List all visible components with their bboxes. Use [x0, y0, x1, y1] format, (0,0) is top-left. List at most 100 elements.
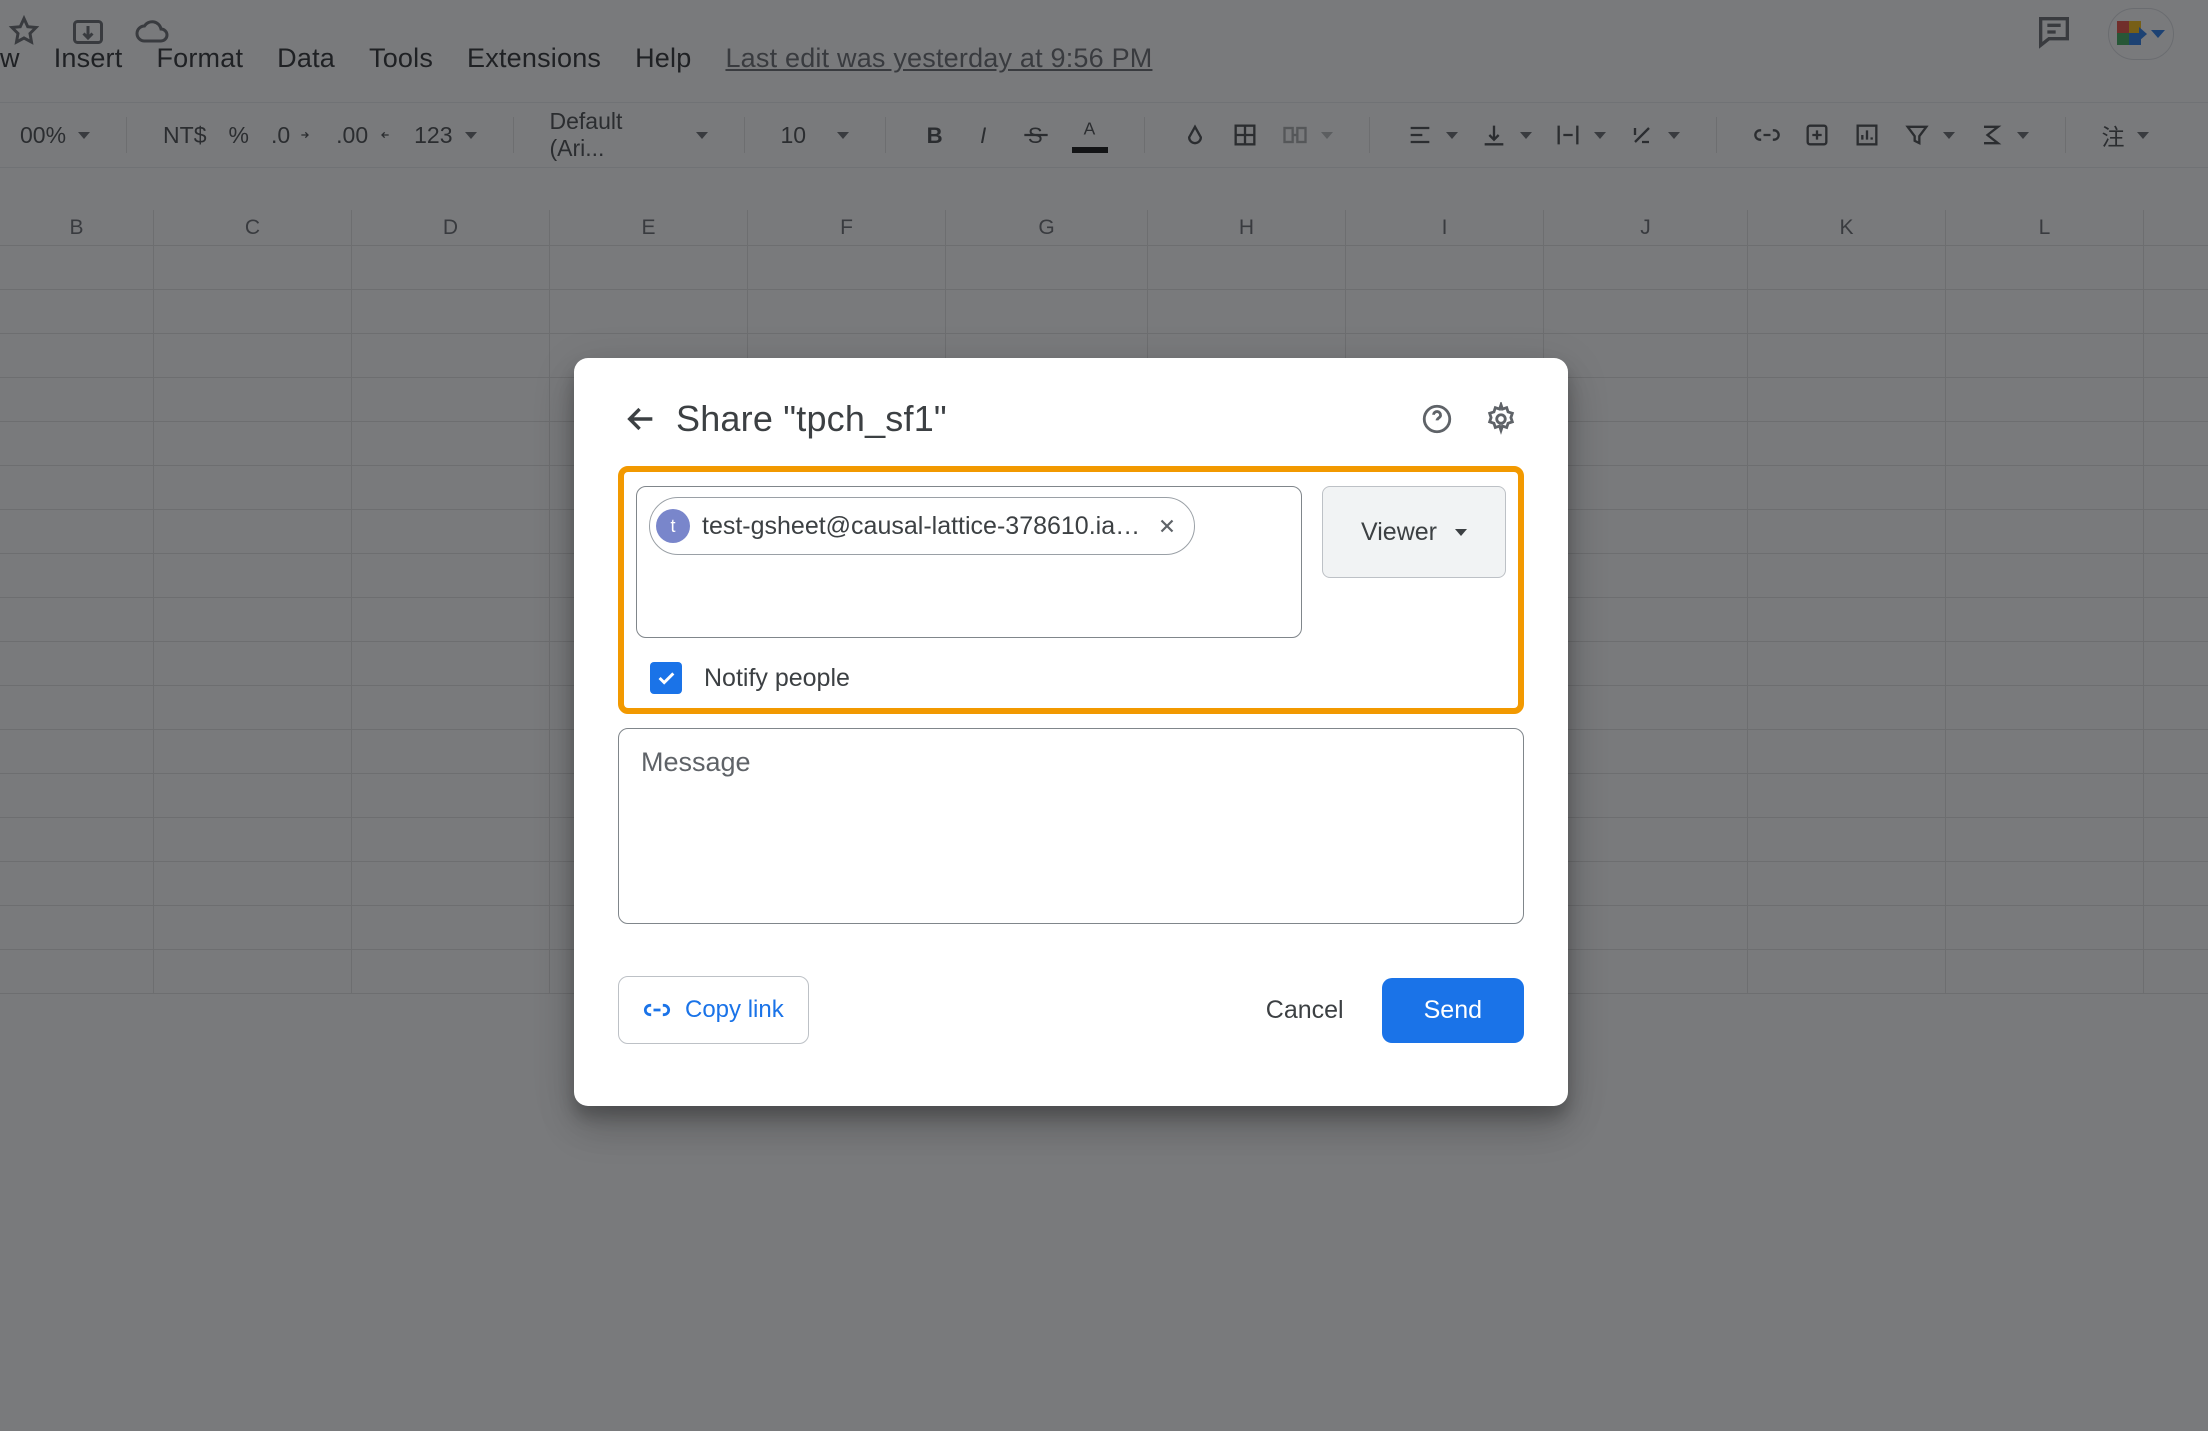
- column-header[interactable]: H: [1148, 210, 1346, 245]
- cell[interactable]: [1946, 730, 2144, 773]
- cell[interactable]: [0, 642, 154, 685]
- cell[interactable]: [1946, 950, 2144, 993]
- cell[interactable]: [1946, 334, 2144, 377]
- cell[interactable]: [352, 906, 550, 949]
- cell[interactable]: [1544, 334, 1748, 377]
- cell[interactable]: [550, 246, 748, 289]
- cell[interactable]: [946, 246, 1148, 289]
- decrease-decimal-button[interactable]: .0: [265, 118, 320, 153]
- column-header[interactable]: I: [1346, 210, 1544, 245]
- cell[interactable]: [352, 774, 550, 817]
- cell[interactable]: [1544, 466, 1748, 509]
- font-dropdown[interactable]: Default (Ari...: [544, 104, 714, 166]
- cell[interactable]: [1544, 554, 1748, 597]
- cell[interactable]: [1544, 906, 1748, 949]
- cell[interactable]: [352, 510, 550, 553]
- cell[interactable]: [352, 862, 550, 905]
- cell[interactable]: [1544, 598, 1748, 641]
- cell[interactable]: [1946, 686, 2144, 729]
- people-input[interactable]: t test-gsheet@causal-lattice-378610.ia…: [636, 486, 1302, 638]
- cell[interactable]: [1544, 686, 1748, 729]
- cell[interactable]: [154, 862, 352, 905]
- merge-cells-button[interactable]: [1275, 117, 1339, 153]
- cell[interactable]: [1946, 642, 2144, 685]
- cell[interactable]: [352, 554, 550, 597]
- cancel-button[interactable]: Cancel: [1238, 978, 1372, 1043]
- column-header[interactable]: F: [748, 210, 946, 245]
- cell[interactable]: [1748, 378, 1946, 421]
- remove-chip-button[interactable]: [1152, 511, 1182, 541]
- cell[interactable]: [1544, 730, 1748, 773]
- insert-comment-button[interactable]: [1797, 117, 1837, 153]
- column-header[interactable]: K: [1748, 210, 1946, 245]
- cell[interactable]: [352, 642, 550, 685]
- cell[interactable]: [1748, 554, 1946, 597]
- text-wrap-button[interactable]: [1548, 117, 1612, 153]
- cell[interactable]: [1748, 862, 1946, 905]
- cell[interactable]: [1544, 642, 1748, 685]
- cell[interactable]: [1544, 246, 1748, 289]
- cell[interactable]: [0, 862, 154, 905]
- cell[interactable]: [1748, 642, 1946, 685]
- cell[interactable]: [154, 774, 352, 817]
- cell[interactable]: [352, 422, 550, 465]
- cell[interactable]: [1946, 246, 2144, 289]
- fontsize-dropdown[interactable]: 10: [775, 118, 855, 153]
- cell[interactable]: [0, 422, 154, 465]
- comment-history-icon[interactable]: [2034, 12, 2074, 57]
- cell[interactable]: [352, 818, 550, 861]
- cell[interactable]: [550, 290, 748, 333]
- cell[interactable]: [1946, 774, 2144, 817]
- cell[interactable]: [352, 378, 550, 421]
- cell[interactable]: [154, 422, 352, 465]
- cell[interactable]: [1544, 290, 1748, 333]
- cell[interactable]: [154, 246, 352, 289]
- filter-button[interactable]: [1897, 117, 1961, 153]
- menu-extensions[interactable]: Extensions: [467, 43, 601, 74]
- cell[interactable]: [1748, 774, 1946, 817]
- notify-checkbox[interactable]: [650, 662, 682, 694]
- back-button[interactable]: [618, 396, 664, 442]
- menu-view[interactable]: w: [0, 43, 20, 74]
- menu-data[interactable]: Data: [277, 43, 335, 74]
- cell[interactable]: [352, 598, 550, 641]
- cell[interactable]: [352, 730, 550, 773]
- note-button[interactable]: 注: [2096, 114, 2155, 156]
- cell[interactable]: [154, 642, 352, 685]
- send-button[interactable]: Send: [1382, 978, 1524, 1043]
- zoom-dropdown[interactable]: 00%: [14, 118, 96, 153]
- cell[interactable]: [1748, 466, 1946, 509]
- cell[interactable]: [1748, 422, 1946, 465]
- cell[interactable]: [154, 378, 352, 421]
- role-dropdown[interactable]: Viewer: [1322, 486, 1506, 578]
- column-header[interactable]: C: [154, 210, 352, 245]
- cell[interactable]: [1544, 818, 1748, 861]
- cell[interactable]: [154, 906, 352, 949]
- cell[interactable]: [0, 774, 154, 817]
- cell[interactable]: [1748, 510, 1946, 553]
- cell[interactable]: [0, 290, 154, 333]
- cell[interactable]: [0, 906, 154, 949]
- cell[interactable]: [1544, 774, 1748, 817]
- cell[interactable]: [1946, 554, 2144, 597]
- vertical-align-button[interactable]: [1474, 117, 1538, 153]
- cell[interactable]: [0, 510, 154, 553]
- column-header[interactable]: J: [1544, 210, 1748, 245]
- cell[interactable]: [1946, 422, 2144, 465]
- cell[interactable]: [0, 378, 154, 421]
- cell[interactable]: [1748, 334, 1946, 377]
- cell[interactable]: [1748, 818, 1946, 861]
- cell[interactable]: [1748, 246, 1946, 289]
- last-edit-link[interactable]: Last edit was yesterday at 9:56 PM: [725, 43, 1152, 74]
- cell[interactable]: [1346, 290, 1544, 333]
- cell[interactable]: [154, 554, 352, 597]
- column-header[interactable]: B: [0, 210, 154, 245]
- cell[interactable]: [1748, 906, 1946, 949]
- cell[interactable]: [0, 730, 154, 773]
- cell[interactable]: [1748, 290, 1946, 333]
- copy-link-button[interactable]: Copy link: [618, 976, 809, 1044]
- horizontal-align-button[interactable]: [1400, 117, 1464, 153]
- help-icon[interactable]: [1414, 396, 1460, 442]
- cell[interactable]: [154, 950, 352, 993]
- cell[interactable]: [1946, 818, 2144, 861]
